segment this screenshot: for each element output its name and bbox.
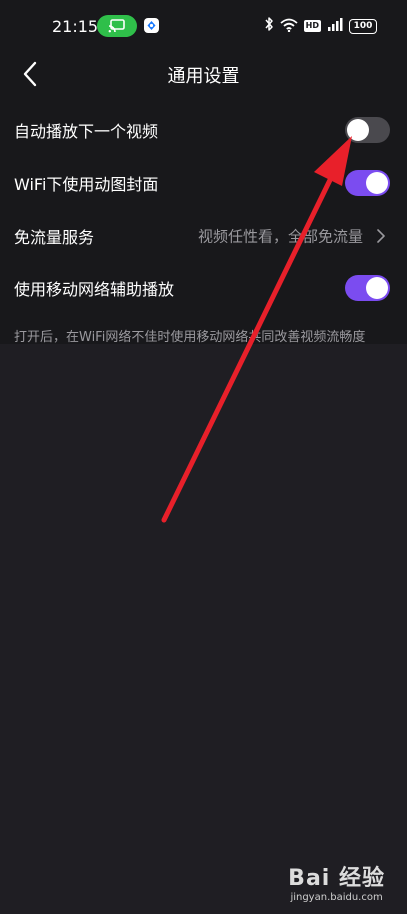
hd-badge: HD (303, 20, 321, 32)
status-bar: 21:15 HD 100 (0, 0, 407, 52)
battery-icon: 100 (349, 18, 377, 34)
setting-label: 免流量服务 (14, 228, 95, 247)
setting-label: 使用移动网络辅助播放 (14, 280, 175, 299)
chevron-right-icon (377, 229, 385, 243)
watermark-logo: Bai 经验 (288, 866, 385, 891)
setting-row-autoplay-next[interactable]: 自动播放下一个视频 (0, 104, 407, 156)
bluetooth-icon (264, 16, 274, 36)
wifi-icon (280, 17, 298, 36)
signal-icon (327, 17, 343, 36)
screen-cast-icon[interactable] (97, 15, 137, 37)
setting-label: WiFi下使用动图封面 (14, 175, 159, 194)
watermark-url: jingyan.baidu.com (290, 892, 383, 903)
setting-row-free-data-service[interactable]: 免流量服务 视频任性看，全部免流量 (0, 210, 407, 262)
page-header: 通用设置 (0, 52, 407, 96)
app-notification-icon (144, 18, 159, 33)
setting-row-mobile-assist[interactable]: 使用移动网络辅助播放 (0, 262, 407, 314)
page-title: 通用设置 (167, 66, 240, 87)
empty-content-area (0, 344, 407, 914)
setting-label: 自动播放下一个视频 (14, 122, 159, 141)
baidu-jingyan-watermark: Bai 经验 jingyan.baidu.com (288, 866, 385, 903)
setting-hint: 打开后，在WiFi网络不佳时使用移动网络共同改善视频流畅度 (14, 330, 366, 345)
setting-value: 视频任性看，全部免流量 (197, 227, 363, 246)
status-icons: HD 100 (264, 16, 377, 36)
autoplay-next-toggle[interactable] (345, 117, 390, 143)
mobile-assist-toggle[interactable] (345, 275, 390, 301)
setting-row-wifi-gif-cover[interactable]: WiFi下使用动图封面 (0, 157, 407, 209)
wifi-gif-cover-toggle[interactable] (345, 170, 390, 196)
status-time: 21:15 (52, 17, 99, 36)
